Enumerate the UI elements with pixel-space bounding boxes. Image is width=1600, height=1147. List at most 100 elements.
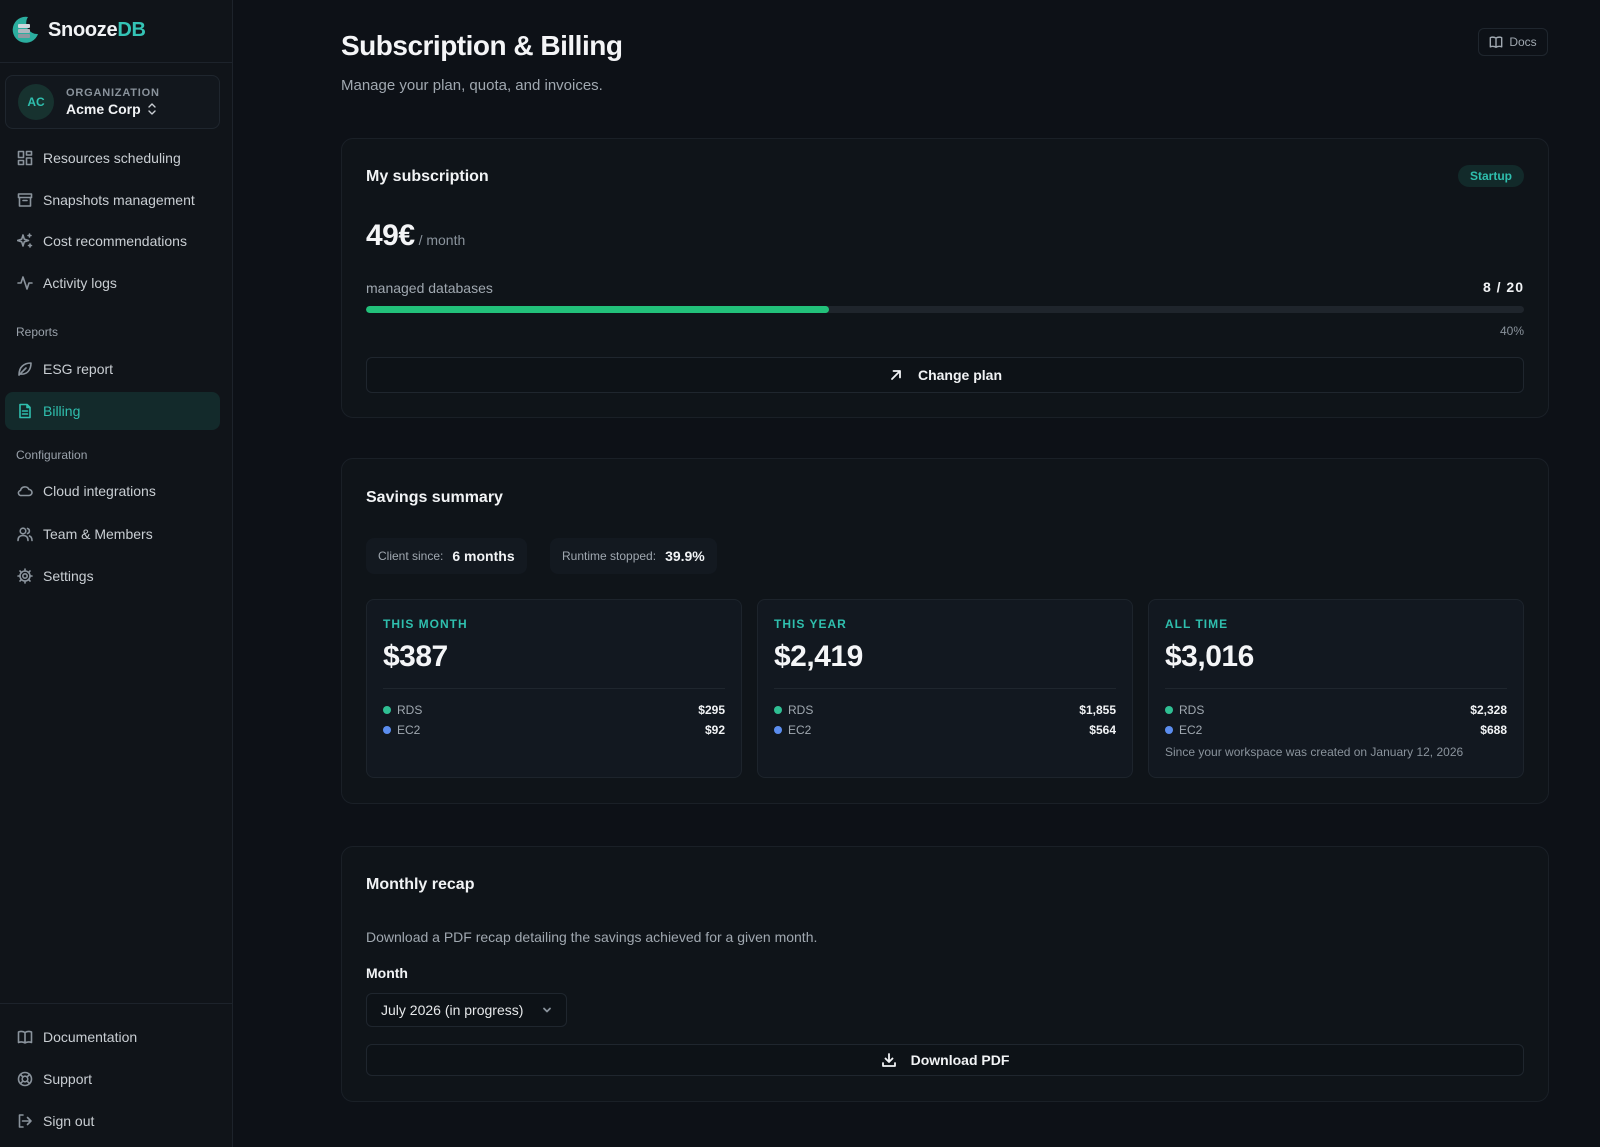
sidebar-item-support[interactable]: Support (5, 1060, 220, 1098)
archive-icon (17, 193, 33, 207)
sidebar-item-label: Settings (43, 568, 94, 584)
month-label: Month (366, 965, 408, 981)
sidebar-item-cloud-integrations[interactable]: Cloud integrations (5, 472, 220, 510)
price-amount: 49€ (366, 219, 415, 252)
row-amount: $564 (1089, 723, 1116, 737)
change-plan-label: Change plan (917, 367, 1002, 383)
docs-button[interactable]: Docs (1478, 28, 1548, 56)
page-title: Subscription & Billing (341, 30, 623, 61)
divider (0, 1003, 233, 1004)
row-amount: $2,328 (1470, 703, 1507, 717)
sidebar-item-billing[interactable]: Billing (5, 392, 220, 430)
divider (774, 688, 1116, 689)
ec2-dot-icon (774, 726, 782, 734)
month-select[interactable]: July 2026 (in progress) (366, 993, 567, 1027)
rds-dot-icon (1165, 706, 1173, 714)
change-plan-button[interactable]: Change plan (366, 357, 1524, 393)
stat-value: $3,016 (1165, 640, 1254, 673)
document-icon (19, 403, 31, 419)
quota-progress-fill (366, 306, 830, 313)
org-caption: ORGANIZATION (66, 87, 160, 99)
quota-progress-bar (366, 306, 1524, 313)
org-avatar: AC (18, 84, 54, 120)
sparkles-icon (17, 233, 33, 248)
card-title: Savings summary (366, 489, 503, 506)
row-name: RDS (788, 703, 814, 717)
monthly-recap-card: Monthly recap Download a PDF recap detai… (341, 846, 1549, 1102)
sidebar-item-label: Resources scheduling (43, 150, 181, 166)
download-pdf-label: Download PDF (910, 1052, 1010, 1068)
docs-label: Docs (1509, 35, 1537, 49)
stat-label: THIS MONTH (383, 617, 468, 631)
chip-value: 39.9% (665, 548, 705, 564)
sidebar-item-label: ESG report (43, 361, 114, 377)
sidebar: SnoozeDB AC ORGANIZATION Acme Corp Resou… (0, 0, 233, 1147)
sidebar-item-cost-recommendations[interactable]: Cost recommendations (5, 222, 220, 260)
row-amount: $1,855 (1079, 703, 1116, 717)
activity-icon (17, 276, 33, 290)
organization-switcher[interactable]: AC ORGANIZATION Acme Corp (5, 75, 220, 129)
sidebar-item-resources-scheduling[interactable]: Resources scheduling (5, 139, 220, 177)
sidebar-item-label: Team & Members (43, 526, 153, 542)
divider (383, 688, 725, 689)
nav-section-configuration: Configuration (16, 448, 88, 462)
row-name: EC2 (788, 723, 812, 737)
row-amount: $92 (704, 723, 725, 737)
chip-value: 6 months (452, 548, 515, 564)
users-icon (17, 527, 33, 542)
sidebar-item-label: Cost recommendations (43, 233, 187, 249)
leaf-icon (18, 362, 32, 376)
sidebar-item-label: Cloud integrations (43, 483, 156, 499)
sidebar-item-label: Activity logs (43, 275, 117, 291)
book-icon (17, 1030, 33, 1044)
subscription-card: My subscription Startup 49€ / month mana… (341, 138, 1549, 418)
org-name: Acme Corp (66, 101, 160, 117)
sidebar-item-sign-out[interactable]: Sign out (5, 1102, 220, 1140)
stat-label: ALL TIME (1165, 617, 1229, 631)
row-name: EC2 (397, 723, 421, 737)
brand[interactable]: SnoozeDB (8, 14, 146, 46)
row-name: EC2 (1179, 723, 1203, 737)
rds-dot-icon (774, 706, 782, 714)
sidebar-item-esg-report[interactable]: ESG report (5, 350, 220, 388)
sidebar-item-team-members[interactable]: Team & Members (5, 515, 220, 553)
sign-out-icon (18, 1114, 32, 1128)
lifebuoy-icon (17, 1071, 33, 1087)
quota-label: managed databases (366, 280, 493, 296)
stat-value: $2,419 (774, 640, 863, 673)
gear-icon (17, 568, 33, 584)
cloud-icon (17, 486, 33, 497)
card-title: Monthly recap (366, 876, 475, 893)
runtime-stopped-chip: Runtime stopped: 39.9% (550, 538, 717, 574)
sidebar-item-label: Documentation (43, 1029, 138, 1045)
stat-value: $387 (383, 640, 448, 673)
sidebar-item-activity-logs[interactable]: Activity logs (5, 264, 220, 302)
page-subtitle: Manage your plan, quota, and invoices. (341, 77, 603, 94)
row-name: RDS (397, 703, 423, 717)
divider (0, 62, 233, 63)
sidebar-item-settings[interactable]: Settings (5, 557, 220, 595)
row-amount: $688 (1480, 723, 1507, 737)
recap-description: Download a PDF recap detailing the savin… (366, 929, 818, 945)
ec2-dot-icon (383, 726, 391, 734)
download-icon (881, 1053, 896, 1067)
stat-label: THIS YEAR (774, 617, 847, 631)
grid-icon (17, 150, 33, 166)
savings-summary-card: Savings summary Client since: 6 months R… (341, 458, 1549, 804)
client-since-chip: Client since: 6 months (366, 538, 527, 574)
plan-badge: Startup (1458, 165, 1524, 187)
card-title: My subscription (366, 168, 489, 185)
stat-row-rds: RDS $295 (383, 702, 725, 718)
row-amount: $295 (698, 703, 725, 717)
stat-this-month: THIS MONTH $387 RDS $295 EC2 $92 (366, 599, 742, 778)
snoozedb-logo-icon (12, 16, 38, 43)
quota-count: 8 / 20 (1482, 279, 1524, 295)
stat-all-time: ALL TIME $3,016 RDS $2,328 EC2 $688 Sinc… (1148, 599, 1524, 778)
download-pdf-button[interactable]: Download PDF (366, 1044, 1524, 1076)
sidebar-item-snapshots-management[interactable]: Snapshots management (5, 181, 220, 219)
sidebar-item-label: Snapshots management (43, 192, 195, 208)
stat-row-rds: RDS $1,855 (774, 702, 1116, 718)
divider (1165, 688, 1507, 689)
sidebar-item-documentation[interactable]: Documentation (5, 1018, 220, 1056)
quota-percent: 40% (1499, 324, 1524, 338)
